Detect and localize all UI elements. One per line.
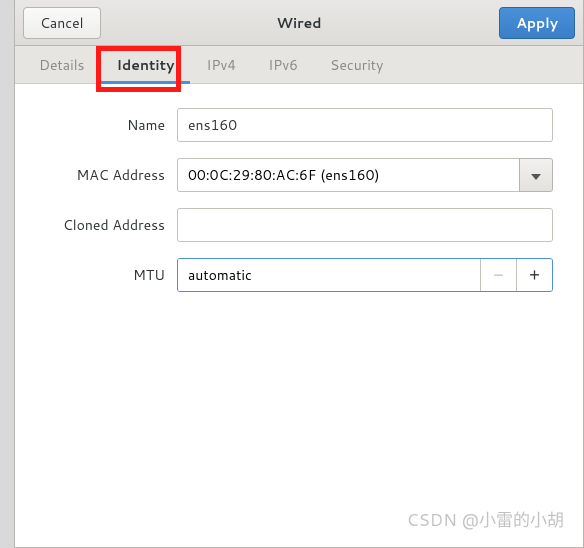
mac-label: MAC Address — [35, 165, 165, 185]
cloned-input[interactable] — [177, 208, 553, 242]
mtu-input[interactable] — [178, 259, 480, 291]
tab-bar: Details Identity IPv4 IPv6 Security — [15, 46, 583, 84]
tab-security[interactable]: Security — [314, 46, 399, 83]
name-label: Name — [35, 115, 165, 135]
mtu-decrement-button[interactable]: − — [480, 259, 516, 291]
tab-identity[interactable]: Identity — [101, 46, 191, 83]
cloned-label: Cloned Address — [35, 215, 165, 235]
mtu-label: MTU — [35, 265, 165, 285]
name-input[interactable] — [177, 108, 553, 142]
mac-combo — [177, 158, 553, 192]
tab-details[interactable]: Details — [23, 46, 101, 83]
row-cloned: Cloned Address — [35, 208, 553, 242]
network-settings-dialog: Cancel Wired Apply Details Identity IPv4… — [14, 0, 584, 548]
row-mtu: MTU − + — [35, 258, 553, 292]
plus-icon: + — [529, 265, 540, 286]
row-name: Name — [35, 108, 553, 142]
mtu-spin: − + — [177, 258, 553, 292]
mac-dropdown-button[interactable] — [519, 158, 553, 192]
identity-form: Name MAC Address Cloned Address — [15, 84, 583, 547]
mtu-increment-button[interactable]: + — [516, 259, 552, 291]
row-mac: MAC Address — [35, 158, 553, 192]
titlebar: Cancel Wired Apply — [15, 0, 583, 46]
minus-icon: − — [493, 265, 504, 286]
tab-ipv6[interactable]: IPv6 — [252, 46, 314, 83]
mac-input[interactable] — [177, 158, 519, 192]
chevron-down-icon — [531, 165, 541, 185]
tab-ipv4[interactable]: IPv4 — [190, 46, 252, 83]
apply-button[interactable]: Apply — [499, 7, 575, 39]
cancel-button[interactable]: Cancel — [23, 7, 101, 39]
